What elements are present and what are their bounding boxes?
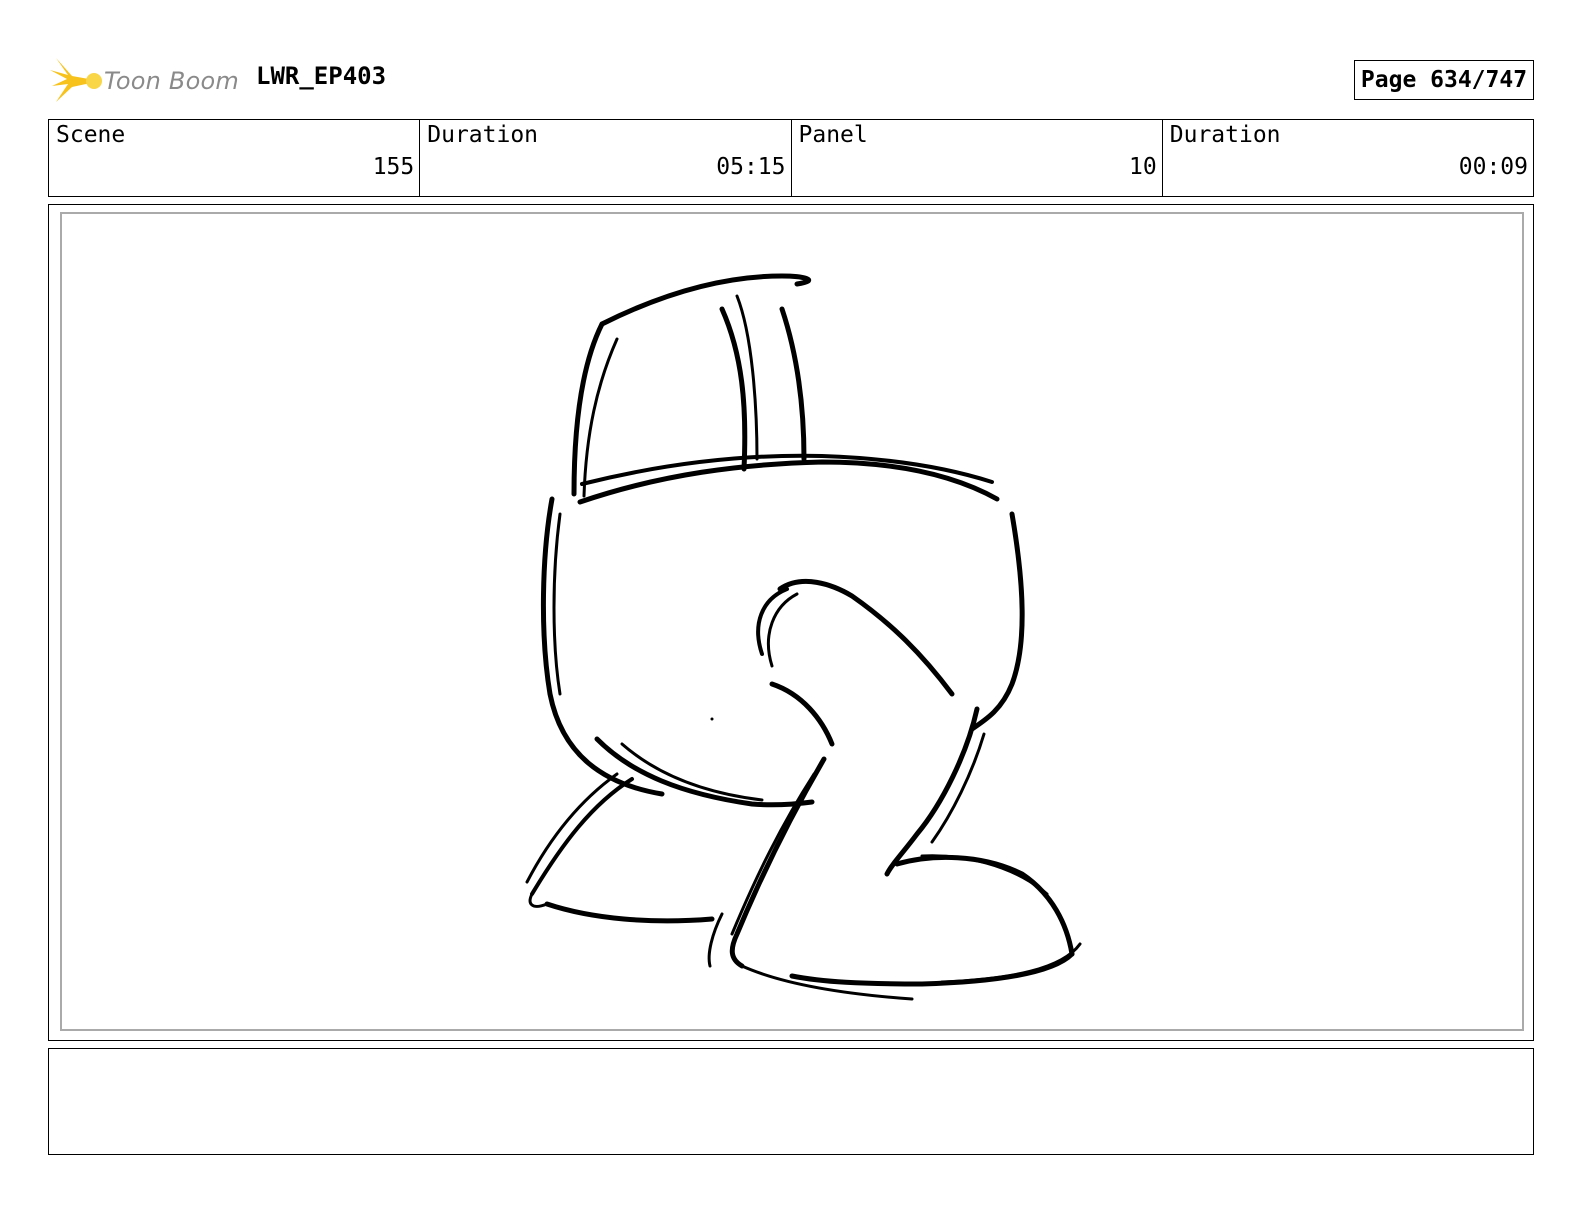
sketch-foot-left-bottom <box>544 901 715 924</box>
sketch-brim-upper <box>580 453 994 486</box>
sketch-body-right <box>969 511 1025 732</box>
sketch-foot-back-bottom <box>789 951 1075 987</box>
dialogue-notes-box <box>48 1048 1534 1155</box>
panel-value: 10 <box>1129 154 1157 180</box>
scene-info-table: Scene 155 Duration 05:15 Panel 10 Durati… <box>48 119 1534 197</box>
sketch-leg-back-upper <box>777 579 955 697</box>
scene-duration-label: Duration <box>427 122 539 148</box>
panel-label: Panel <box>798 122 868 148</box>
scene-label: Scene <box>56 122 126 148</box>
panel-duration-value: 00:09 <box>1458 154 1528 180</box>
sketch-cap-stripe-1 <box>719 306 748 472</box>
sketch-foot-back-top-2 <box>920 854 1049 896</box>
panel-duration-cell: Duration 00:09 <box>1163 120 1533 196</box>
storyboard-panel-frame <box>48 204 1534 1041</box>
toon-boom-logo: Toon Boom <box>50 56 239 106</box>
storyboard-panel <box>60 212 1524 1031</box>
scene-cell: Scene 155 <box>49 120 421 196</box>
scene-duration-cell: Duration 05:15 <box>420 120 792 196</box>
panel-duration-label: Duration <box>1169 122 1281 148</box>
scene-duration-value: 05:15 <box>716 154 786 180</box>
sketch-leg-front-left <box>769 681 835 747</box>
page-number: Page 634/747 <box>1354 60 1534 100</box>
sketch-leg-back-upper-3 <box>767 592 799 668</box>
scene-value: 155 <box>372 154 415 180</box>
sketch-cap-stripe-3 <box>779 306 807 462</box>
sketch-foot-left-top-2 <box>525 772 619 884</box>
project-name: LWR_EP403 <box>256 62 387 90</box>
sketch-body-left <box>540 496 665 797</box>
sketch-head-left <box>571 321 605 497</box>
sketch-foot-back-top <box>894 854 1075 957</box>
sketch-leg-back-right-2 <box>930 732 986 844</box>
starburst-icon <box>50 58 102 102</box>
sketch-dot <box>710 717 714 721</box>
sketch-head-outline <box>599 273 812 327</box>
panel-cell: Panel 10 <box>792 120 1163 196</box>
sketch-body-left-inner <box>552 512 562 696</box>
character-sketch <box>525 273 1082 1001</box>
sketch-leg-back-right <box>884 706 980 877</box>
sketch-leg-front-toe <box>707 912 724 968</box>
sketch-leg-front-inner <box>729 756 827 969</box>
sketch-foot-left-toe <box>528 892 549 908</box>
sketch-foot-left-top <box>530 777 634 896</box>
logo-wordmark: Toon Boom <box>104 67 239 95</box>
